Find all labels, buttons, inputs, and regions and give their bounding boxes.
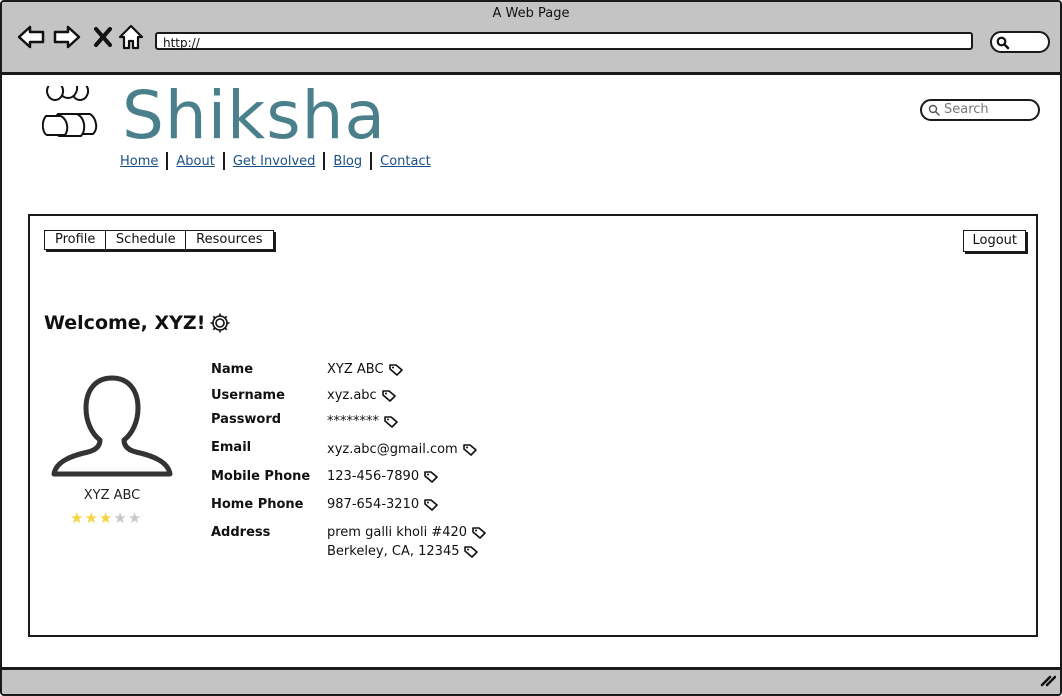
field-value-name: XYZ ABC xyxy=(327,362,403,377)
nav-link-home[interactable]: Home xyxy=(120,154,158,169)
email-value: xyz.abc@gmail.com xyxy=(327,442,458,457)
site-title: Shiksha xyxy=(122,77,386,154)
search-icon xyxy=(996,36,1010,50)
tab-schedule[interactable]: Schedule xyxy=(104,230,187,250)
field-value-home-phone: 987-654-3210 xyxy=(327,497,438,512)
address-line2-value: Berkeley, CA, 12345 xyxy=(327,544,460,559)
main-nav: Home About Get Involved Blog Contact xyxy=(120,152,431,170)
field-label-home-phone: Home Phone xyxy=(211,497,304,512)
field-value-mobile-phone: 123-456-7890 xyxy=(327,469,438,484)
browser-search-field[interactable] xyxy=(990,31,1050,53)
tab-profile[interactable]: Profile xyxy=(44,230,107,250)
edit-tag-icon[interactable] xyxy=(424,498,438,511)
star-icon: ★ xyxy=(70,509,84,527)
field-value-password: ******** xyxy=(327,414,398,429)
edit-tag-icon[interactable] xyxy=(462,443,477,456)
field-label-username: Username xyxy=(211,388,285,403)
field-value-username: xyz.abc xyxy=(327,388,396,403)
tab-resources[interactable]: Resources xyxy=(185,230,274,250)
username-value: xyz.abc xyxy=(327,388,377,403)
nav-link-about[interactable]: About xyxy=(176,154,214,169)
star-icon: ★ xyxy=(127,509,142,527)
logout-button[interactable]: Logout xyxy=(963,230,1026,252)
browser-window: A Web Page http:// Shiksha Home About Ge… xyxy=(0,0,1062,696)
edit-tag-icon[interactable] xyxy=(381,389,396,402)
gear-icon[interactable] xyxy=(209,312,231,334)
profile-panel: Profile Schedule Resources Logout Welcom… xyxy=(28,214,1038,637)
search-placeholder: Search xyxy=(944,102,989,117)
forward-icon[interactable] xyxy=(52,22,82,52)
password-value: ******** xyxy=(327,414,379,429)
people-logo-icon xyxy=(41,77,106,144)
edit-tag-icon[interactable] xyxy=(424,470,438,483)
user-avatar-icon xyxy=(50,372,174,484)
welcome-text: Welcome, XYZ! xyxy=(44,312,206,334)
edit-tag-icon[interactable] xyxy=(464,545,479,558)
field-value-address: prem galli kholi #420 xyxy=(327,525,486,540)
name-value: XYZ ABC xyxy=(327,362,384,377)
status-bar xyxy=(2,667,1060,694)
field-label-address: Address xyxy=(211,525,271,540)
nav-link-blog[interactable]: Blog xyxy=(333,154,362,169)
url-input[interactable]: http:// xyxy=(155,32,973,50)
mobile-phone-value: 123-456-7890 xyxy=(327,469,420,484)
address-line1-value: prem galli kholi #420 xyxy=(327,525,468,540)
home-icon[interactable] xyxy=(116,22,146,52)
star-icon: ★ xyxy=(113,509,127,527)
home-phone-value: 987-654-3210 xyxy=(327,497,420,512)
nav-link-contact[interactable]: Contact xyxy=(380,154,431,169)
browser-toolbar: A Web Page http:// xyxy=(2,2,1060,75)
edit-tag-icon[interactable] xyxy=(384,415,398,428)
tab-bar: Profile Schedule Resources xyxy=(44,230,274,250)
search-icon xyxy=(928,104,940,116)
stop-icon[interactable] xyxy=(88,22,118,52)
field-label-mobile-phone: Mobile Phone xyxy=(211,469,311,484)
site-search-input[interactable]: Search xyxy=(920,99,1040,121)
welcome-heading: Welcome, XYZ! xyxy=(44,312,231,334)
field-label-email: Email xyxy=(211,440,252,455)
nav-divider xyxy=(222,152,225,170)
back-icon[interactable] xyxy=(16,22,46,52)
field-label-password: Password xyxy=(211,412,282,427)
field-value-address-line2: Berkeley, CA, 12345 xyxy=(327,544,479,559)
nav-link-get-involved[interactable]: Get Involved xyxy=(233,154,316,169)
nav-divider xyxy=(166,152,169,170)
star-rating: ★ ★ ★ ★ ★ xyxy=(70,510,141,526)
window-title: A Web Page xyxy=(492,6,570,21)
star-icon: ★ xyxy=(98,509,113,527)
edit-tag-icon[interactable] xyxy=(388,363,403,376)
nav-divider xyxy=(370,152,373,170)
nav-divider xyxy=(323,152,326,170)
field-value-email: xyz.abc@gmail.com xyxy=(327,442,477,457)
avatar-name: XYZ ABC xyxy=(83,488,141,503)
star-icon: ★ xyxy=(84,509,98,527)
edit-tag-icon[interactable] xyxy=(472,526,486,539)
field-label-name: Name xyxy=(211,362,254,377)
resize-grip-icon[interactable] xyxy=(1040,672,1057,691)
